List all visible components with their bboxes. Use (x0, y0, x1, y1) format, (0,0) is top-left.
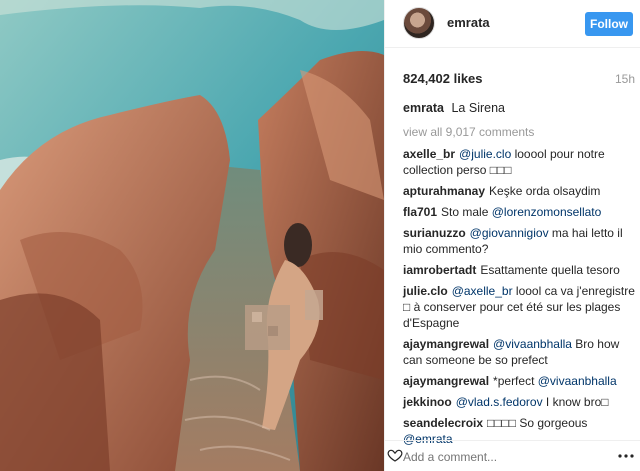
comment-mention[interactable]: @giovannigiov (470, 226, 549, 240)
view-all-comments-link[interactable]: view all 9,017 comments (403, 124, 635, 140)
comment-username[interactable]: jekkinoo (403, 395, 452, 409)
add-comment-bar (385, 440, 640, 471)
like-count[interactable]: 824,402 likes (403, 71, 483, 86)
comment: apturahmanay Keşke orda olsaydim (403, 183, 635, 199)
comment: iamrobertadt Esattamente quella tesoro (403, 262, 635, 278)
comment-text: *perfect (493, 374, 538, 388)
comment: ajaymangrewal *perfect @vivaanbhalla (403, 373, 635, 389)
more-options-icon[interactable] (617, 451, 635, 461)
avatar[interactable] (403, 7, 435, 39)
comment-username[interactable]: seandelecroix (403, 416, 483, 430)
comment-mention[interactable]: @vlad.s.fedorov (456, 395, 543, 409)
comment: ajaymangrewal @vivaanbhalla Bro how can s… (403, 336, 635, 368)
add-comment-input[interactable] (403, 447, 593, 467)
comment-mention[interactable]: @vivaanbhalla (538, 374, 617, 388)
comment-text: □□□□ So gorgeous (487, 416, 588, 430)
comment-mention[interactable]: @axelle_br (452, 284, 513, 298)
comment-text: Keşke orda olsaydim (489, 184, 601, 198)
comment-username[interactable]: fla701 (403, 205, 437, 219)
post-photo[interactable] (0, 0, 384, 471)
comments-list: emrata La Sirena view all 9,017 comments… (403, 100, 635, 452)
comment-username[interactable]: julie.clo (403, 284, 448, 298)
comment-username[interactable]: apturahmanay (403, 184, 485, 198)
comment-text: I know bro□ (542, 395, 609, 409)
comment-text: Sto male (441, 205, 492, 219)
likes-row: 824,402 likes 15h (403, 71, 635, 89)
comment-mention[interactable]: @vivaanbhalla (493, 337, 572, 351)
comment-username[interactable]: iamrobertadt (403, 263, 476, 277)
beach-rock-photo (0, 0, 384, 471)
post-header: emrata Follow (385, 0, 640, 48)
comment-username[interactable]: ajaymangrewal (403, 337, 489, 351)
post-sidebar: emrata Follow 824,402 likes 15h emrata L… (384, 0, 640, 471)
post-timestamp[interactable]: 15h (615, 72, 635, 86)
follow-button[interactable]: Follow (585, 12, 633, 36)
post-username[interactable]: emrata (447, 15, 490, 30)
comment-username[interactable]: surianuzzo (403, 226, 466, 240)
comment: jekkinoo @vlad.s.fedorov I know bro□ (403, 394, 635, 410)
caption: emrata La Sirena (403, 100, 635, 116)
comment-text: Esattamente quella tesoro (480, 263, 620, 277)
comment: fla701 Sto male @lorenzomonsellato (403, 204, 635, 220)
comment-mention[interactable]: @lorenzomonsellato (492, 205, 602, 219)
comment: julie.clo @axelle_br loool ca va j'enregi… (403, 283, 635, 331)
comment-username[interactable]: ajaymangrewal (403, 374, 489, 388)
comment-mention[interactable]: @julie.clo (459, 147, 511, 161)
comment: surianuzzo @giovannigiov ma hai letto il … (403, 225, 635, 257)
comment-username[interactable]: axelle_br (403, 147, 455, 161)
caption-username[interactable]: emrata (403, 101, 444, 115)
caption-text: La Sirena (451, 101, 505, 115)
heart-icon[interactable] (387, 447, 403, 463)
comment: axelle_br @julie.clo looool pour notre co… (403, 146, 635, 178)
